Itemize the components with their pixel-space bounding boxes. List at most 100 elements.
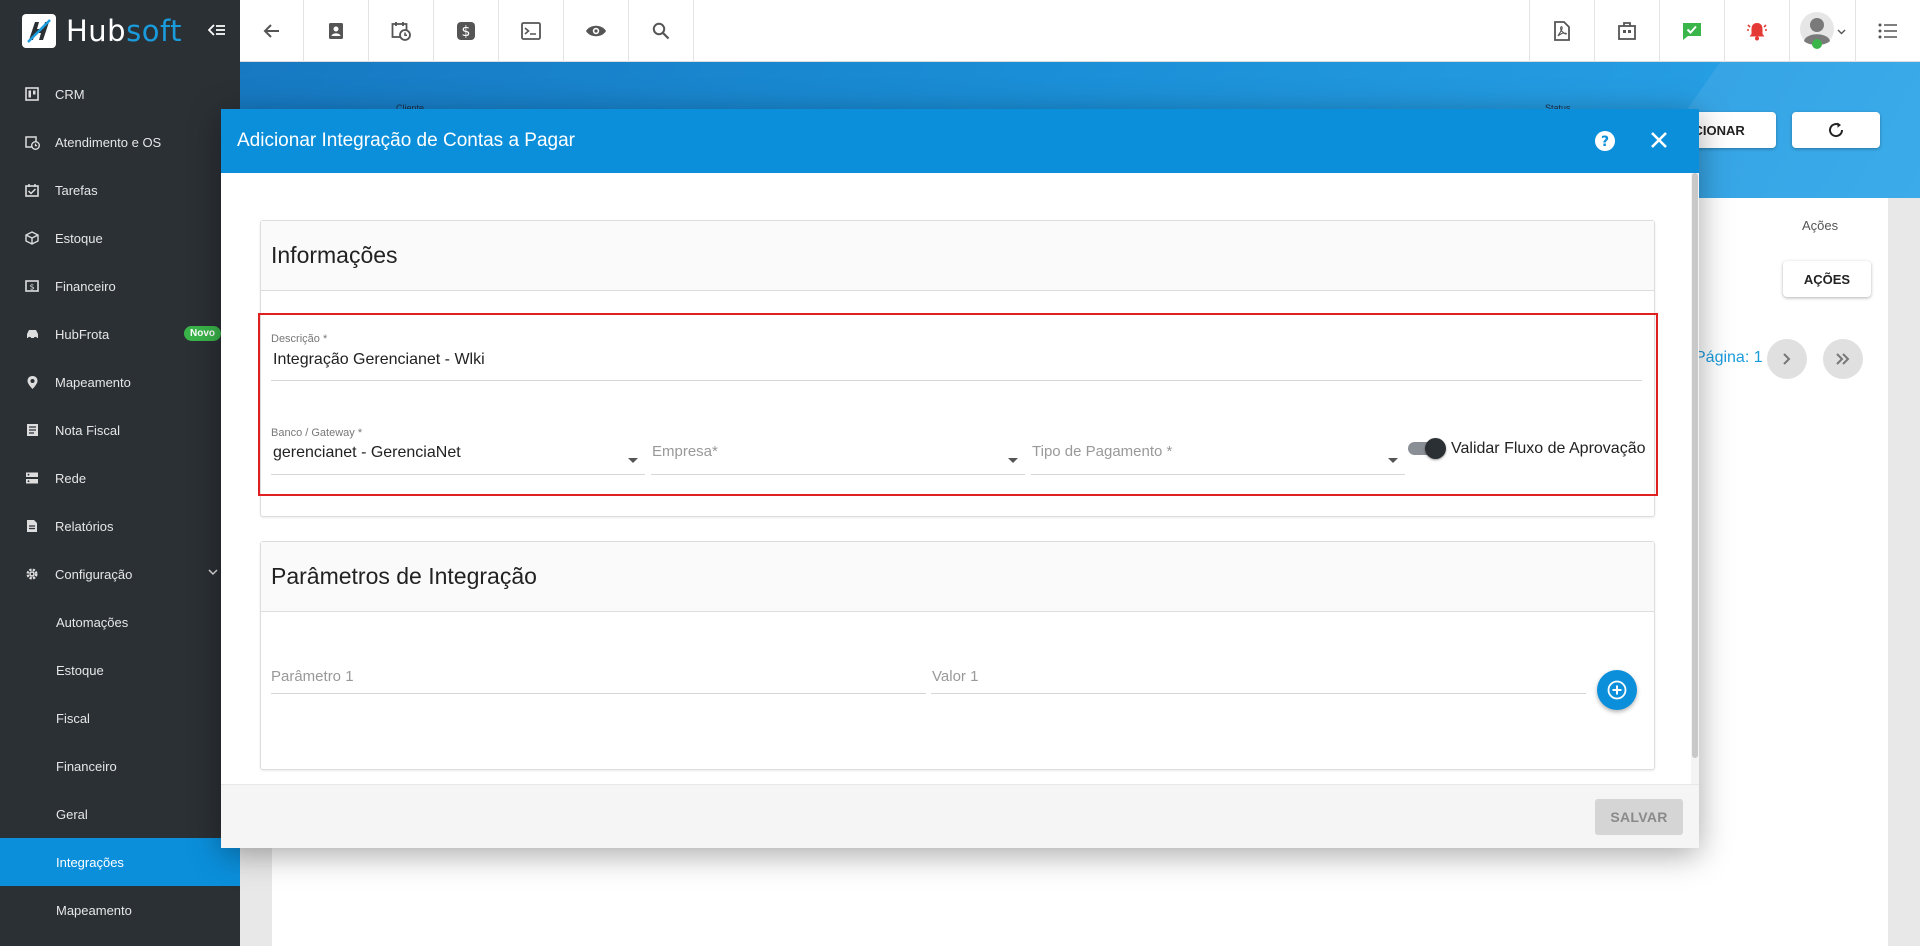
report-icon [24, 518, 40, 534]
sidebar-item-label: Automações [56, 614, 129, 630]
schedule-button[interactable] [369, 0, 434, 62]
validar-fluxo-label: Validar Fluxo de Aprovação [1451, 440, 1646, 457]
sidebar-subitem-estoque[interactable]: Estoque [0, 646, 240, 694]
empresa-select[interactable]: Empresa* [652, 443, 718, 460]
close-icon[interactable] [1649, 130, 1669, 150]
sidebar-item-crm[interactable]: CRM [0, 70, 240, 118]
notifications-button[interactable] [1724, 0, 1789, 62]
collapse-sidebar-icon[interactable] [208, 20, 226, 40]
svg-text:?: ? [1601, 134, 1609, 150]
contact-card-icon [327, 22, 345, 40]
parametro-underline [271, 693, 926, 694]
user-menu[interactable] [1789, 0, 1855, 62]
sidebar-item-label: Rede [55, 470, 87, 486]
sidebar-item-configuracao[interactable]: Configuração [0, 550, 240, 598]
sidebar: Hubsoft CRM Atendimento e OS Tarefas Est… [0, 0, 240, 946]
sidebar-item-mapeamento[interactable]: Mapeamento [0, 358, 240, 406]
sidebar-item-label: Financeiro [55, 278, 116, 294]
sidebar-item-label: Geral [56, 806, 88, 822]
dialog-header: Adicionar Integração de Contas a Pagar ? [221, 109, 1699, 173]
sidebar-item-label: Configuração [55, 566, 133, 582]
hubsoft-logo-icon [22, 14, 56, 48]
info-section-title: Informações [261, 221, 1654, 291]
view-button[interactable] [564, 0, 629, 62]
dialog-title: Adicionar Integração de Contas a Pagar [237, 130, 575, 151]
empresa-dropdown-icon[interactable] [1008, 458, 1018, 463]
sidebar-subitem-automacoes[interactable]: Automações [0, 598, 240, 646]
sidebar-subitem-geral[interactable]: Geral [0, 790, 240, 838]
sidebar-item-label: Financeiro [56, 758, 117, 774]
company-button[interactable] [1594, 0, 1659, 62]
sidebar-item-tarefas[interactable]: Tarefas [0, 166, 240, 214]
dialog-body: Informações Descrição * Integração Geren… [221, 173, 1699, 784]
terminal-button[interactable] [499, 0, 564, 62]
params-section-title: Parâmetros de Integração [261, 542, 1654, 612]
descricao-underline [271, 380, 1642, 381]
box-icon [24, 230, 40, 246]
add-integration-dialog: Adicionar Integração de Contas a Pagar ?… [221, 109, 1699, 848]
messages-button[interactable] [1659, 0, 1724, 62]
sidebar-item-rede[interactable]: Rede [0, 454, 240, 502]
sidebar-item-label: Atendimento e OS [55, 134, 162, 150]
tipo-pagamento-select[interactable]: Tipo de Pagamento * [1032, 443, 1172, 460]
parametro-input[interactable]: Parâmetro 1 [271, 668, 354, 685]
sidebar-subitem-financeiro[interactable]: Financeiro [0, 742, 240, 790]
sidebar-item-label: Estoque [56, 662, 104, 678]
arrow-left-icon [263, 23, 281, 39]
terminal-icon [521, 22, 541, 40]
billing-button[interactable]: $ [434, 0, 499, 62]
help-icon[interactable]: ? [1594, 130, 1616, 152]
menu-list-button[interactable] [1855, 0, 1920, 62]
sidebar-subitem-mapeamento[interactable]: Mapeamento [0, 886, 240, 934]
tipo-pagamento-underline [1031, 474, 1405, 475]
sidebar-item-label: Integrações [56, 854, 124, 870]
dialog-scrollbar[interactable] [1691, 173, 1699, 784]
banco-select[interactable]: gerencianet - GerenciaNet [273, 444, 461, 462]
params-panel: Parâmetros de Integração [260, 541, 1655, 770]
money-icon: $ [24, 278, 40, 294]
sidebar-item-label: Relatórios [55, 518, 114, 534]
sidebar-item-financeiro[interactable]: $ Financeiro [0, 262, 240, 310]
calendar-clock-icon [391, 21, 411, 41]
search-icon [652, 22, 670, 40]
descricao-input[interactable]: Integração Gerencianet - Wlki [273, 351, 485, 369]
sidebar-item-relatorios[interactable]: Relatórios [0, 502, 240, 550]
chat-check-icon [1682, 21, 1702, 41]
clock-calendar-icon [24, 134, 40, 150]
brand-name: Hubsoft [66, 14, 183, 48]
sidebar-item-atendimento[interactable]: Atendimento e OS [0, 118, 240, 166]
valor-input[interactable]: Valor 1 [932, 668, 978, 685]
map-pin-icon [24, 374, 40, 390]
toolbar-right [1529, 0, 1920, 62]
sidebar-nav: CRM Atendimento e OS Tarefas Estoque $ F… [0, 62, 240, 934]
sidebar-item-label: Estoque [55, 230, 103, 246]
sidebar-item-estoque[interactable]: Estoque [0, 214, 240, 262]
add-parameter-button[interactable] [1597, 670, 1637, 710]
contacts-button[interactable] [304, 0, 369, 62]
back-button[interactable] [240, 0, 304, 62]
search-button[interactable] [629, 0, 694, 62]
invoice-icon [24, 422, 40, 438]
banco-label: Banco / Gateway * [271, 427, 363, 439]
list-icon [1878, 23, 1898, 39]
avatar [1799, 11, 1837, 51]
sidebar-subitem-fiscal[interactable]: Fiscal [0, 694, 240, 742]
alarm-bell-icon [1746, 21, 1768, 41]
descricao-label: Descrição * [271, 333, 328, 345]
save-button[interactable]: SALVAR [1595, 799, 1683, 835]
pdf-file-icon [1554, 21, 1570, 41]
gear-icon [24, 566, 40, 582]
new-badge: Novo [184, 326, 221, 341]
sidebar-item-hubfrota[interactable]: HubFrota Novo [0, 310, 240, 358]
banco-dropdown-icon[interactable] [628, 458, 638, 463]
sidebar-subitem-integracoes[interactable]: Integrações [0, 838, 240, 886]
chevron-down-icon [208, 568, 218, 576]
plus-circle-icon [1607, 680, 1627, 700]
sidebar-item-label: CRM [55, 86, 85, 102]
sidebar-item-label: Tarefas [55, 182, 98, 198]
validar-fluxo-toggle[interactable] [1408, 438, 1446, 459]
svg-text:$: $ [462, 24, 471, 40]
sidebar-item-nota-fiscal[interactable]: Nota Fiscal [0, 406, 240, 454]
pdf-button[interactable] [1529, 0, 1594, 62]
tipo-pagamento-dropdown-icon[interactable] [1388, 458, 1398, 463]
